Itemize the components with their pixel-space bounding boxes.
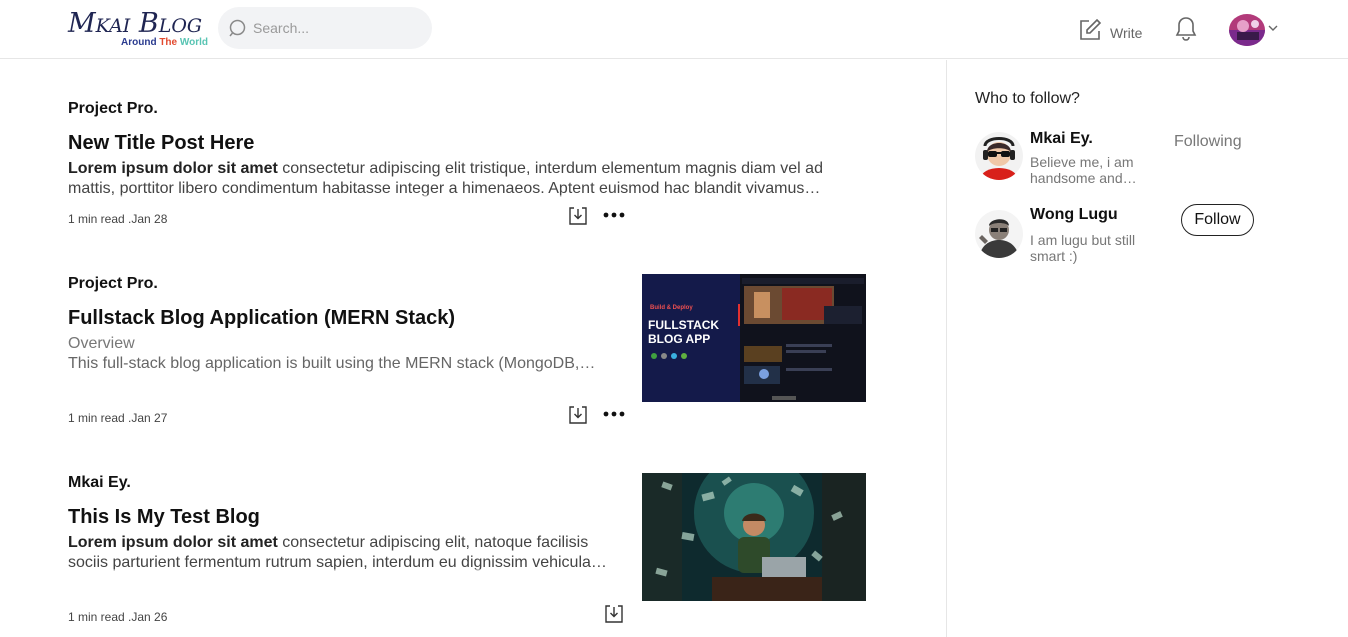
avatar[interactable]	[975, 210, 1023, 258]
post-meta: 1 min read .Jan 27	[68, 411, 168, 425]
logo[interactable]: Mkai Blog Around The World	[68, 8, 208, 50]
top-navbar: Mkai Blog Around The World Write	[0, 0, 1348, 59]
search-box[interactable]	[218, 7, 432, 49]
post-card: Project Pro. New Title Post Here Lorem i…	[68, 100, 868, 230]
post-author[interactable]: Project Pro.	[68, 100, 158, 118]
thumb-caption-small: Build & Deploy	[650, 305, 693, 311]
write-label: Write	[1110, 25, 1143, 41]
post-thumbnail[interactable]	[642, 473, 866, 601]
post-title[interactable]: New Title Post Here	[68, 132, 254, 155]
following-status[interactable]: Following	[1174, 133, 1242, 151]
excerpt-bold: Lorem ipsum dolor sit amet	[68, 160, 278, 177]
post-meta: 1 min read .Jan 28	[68, 212, 168, 226]
sidebar-divider	[946, 60, 947, 637]
follow-name[interactable]: Wong Lugu	[1030, 206, 1118, 224]
thumb-caption: FULLSTACK	[648, 318, 720, 332]
post-meta: 1 min read .Jan 26	[68, 610, 168, 624]
search-icon	[229, 19, 246, 37]
follow-bio: I am lugu but still smart :)	[1030, 232, 1136, 264]
post-author[interactable]: Mkai Ey.	[68, 474, 131, 492]
excerpt-text: This full-stack blog application is buil…	[68, 354, 596, 372]
logo-title: Mkai Blog	[68, 8, 203, 39]
edit-icon	[1080, 18, 1102, 40]
logo-tagline-word: World	[179, 37, 209, 48]
bookmark-icon[interactable]	[568, 405, 588, 425]
more-options-icon[interactable]	[603, 212, 625, 218]
logo-tagline: Around The World	[121, 37, 208, 48]
post-excerpt[interactable]: Overview This full-stack blog applicatio…	[68, 334, 608, 380]
bookmark-icon[interactable]	[604, 604, 624, 624]
post-excerpt[interactable]: Lorem ipsum dolor sit amet consectetur a…	[68, 533, 608, 577]
post-title[interactable]: Fullstack Blog Application (MERN Stack)	[68, 307, 455, 330]
excerpt-subtitle: Overview	[68, 335, 135, 352]
bookmark-icon[interactable]	[568, 206, 588, 226]
follow-name[interactable]: Mkai Ey.	[1030, 130, 1093, 148]
excerpt-bold: Lorem ipsum dolor sit amet	[68, 534, 278, 551]
write-button[interactable]: Write	[1078, 16, 1142, 44]
bell-icon	[1175, 17, 1197, 41]
follow-bio: Believe me, i am handsome and…	[1030, 154, 1137, 186]
post-card: Mkai Ey. This Is My Test Blog Lorem ipsu…	[68, 473, 868, 634]
thumb-caption: BLOG APP	[648, 332, 711, 346]
post-author[interactable]: Project Pro.	[68, 275, 158, 293]
sidebar-heading: Who to follow?	[975, 90, 1080, 107]
post-title[interactable]: This Is My Test Blog	[68, 506, 260, 529]
post-excerpt[interactable]: Lorem ipsum dolor sit amet consectetur a…	[68, 159, 828, 203]
notifications-button[interactable]	[1174, 16, 1198, 47]
follow-button[interactable]: Follow	[1181, 204, 1254, 236]
follow-suggestion: Mkai Ey. Believe me, i am handsome and… …	[975, 130, 1275, 190]
logo-tagline-word: The	[159, 37, 178, 48]
logo-tagline-word: Around	[121, 37, 157, 48]
user-avatar[interactable]	[1229, 14, 1265, 46]
post-card: Project Pro. Fullstack Blog Application …	[68, 274, 868, 425]
tech-icons	[651, 353, 687, 359]
chevron-down-icon[interactable]	[1268, 24, 1278, 32]
more-options-icon[interactable]	[603, 411, 625, 417]
search-input[interactable]	[253, 18, 423, 38]
follow-suggestion: Wong Lugu I am lugu but still smart :) F…	[975, 204, 1275, 266]
post-thumbnail[interactable]: Build & Deploy FULLSTACK BLOG APP	[642, 274, 866, 402]
avatar[interactable]	[975, 132, 1023, 180]
